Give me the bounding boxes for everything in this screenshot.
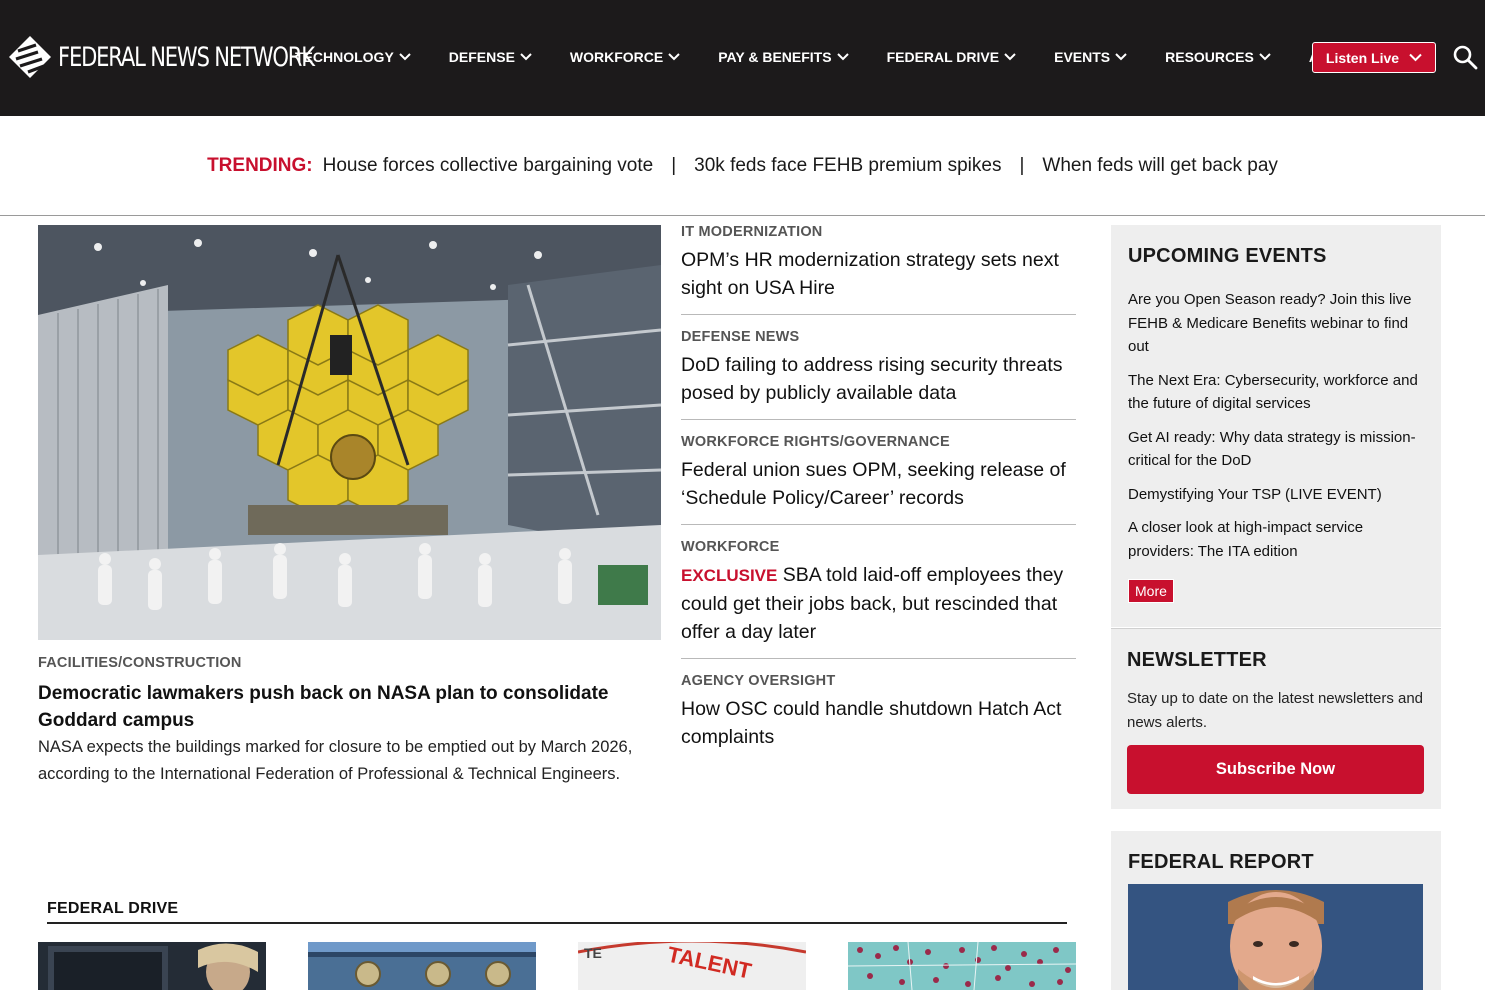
newsletter-description: Stay up to date on the latest newsletter… [1127,690,1424,731]
story-kicker[interactable]: IT MODERNIZATION [681,222,1076,242]
event-link[interactable]: Are you Open Season ready? Join this liv… [1128,288,1424,359]
chevron-down-icon [1259,53,1271,61]
nav-label: TECHNOLOGY [295,49,394,65]
main-nav: TECHNOLOGY DEFENSE WORKFORCE PAY & BENEF… [295,46,1317,68]
chevron-down-icon [399,53,411,61]
chevron-down-icon [668,53,680,61]
nav-label: EVENTS [1054,49,1111,65]
hero-image[interactable] [38,225,661,640]
federal-drive-thumbnail[interactable] [848,942,1076,990]
federal-report-title: FEDERAL REPORT [1128,851,1314,873]
event-link[interactable]: Get AI ready: Why data strategy is missi… [1128,426,1424,473]
story-kicker[interactable]: WORKFORCE RIGHTS/GOVERNANCE [681,432,1076,452]
logo-text: FEDERAL NEWS NETWORK [58,41,315,73]
event-link[interactable]: Demystifying Your TSP (LIVE EVENT) [1128,483,1424,507]
story-kicker[interactable]: AGENCY OVERSIGHT [681,671,1076,691]
chevron-down-icon [1004,53,1016,61]
chevron-down-icon [1409,53,1422,62]
search-icon[interactable] [1452,44,1478,70]
nav-label: PAY & BENEFITS [718,49,832,65]
story-headline[interactable]: Federal union sues OPM, seeking release … [681,456,1076,512]
trending-bar: TRENDING: House forces collective bargai… [0,116,1485,216]
listen-live-label: Listen Live [1325,49,1400,66]
upcoming-events-panel: UPCOMING EVENTS Are you Open Season read… [1111,225,1441,627]
subscribe-button[interactable]: Subscribe Now [1127,745,1424,794]
svg-text:TE: TE [584,945,602,961]
trending-link[interactable]: 30k feds face FEHB premium spikes [694,155,1001,177]
story-kicker[interactable]: DEFENSE NEWS [681,327,1076,347]
trending-link[interactable]: When feds will get back pay [1042,155,1278,177]
hero-headline[interactable]: Democratic lawmakers push back on NASA p… [38,680,648,734]
nav-workforce[interactable]: WORKFORCE [570,49,680,65]
headline-item: AGENCY OVERSIGHT How OSC could handle sh… [681,671,1076,763]
thumbnail-photo [308,942,536,990]
thumbnail-photo: TE TALENT [578,942,806,990]
thumbnail-photo [848,942,1076,990]
trending-label: TRENDING: [207,154,313,176]
chevron-down-icon [836,53,849,61]
story-headline[interactable]: DoD failing to address rising security t… [681,351,1076,407]
event-link[interactable]: A closer look at high-impact service pro… [1128,516,1424,563]
headline-item: DEFENSE NEWS DoD failing to address risi… [681,327,1076,420]
nav-label: FEDERAL DRIVE [886,49,1000,65]
nav-label: DEFENSE [448,49,515,65]
event-link[interactable]: The Next Era: Cybersecurity, workforce a… [1128,369,1424,416]
federal-report-panel: FEDERAL REPORT [1111,831,1441,990]
nav-technology[interactable]: TECHNOLOGY [295,49,411,65]
trending-separator: | [1019,154,1025,176]
hero-summary: NASA expects the buildings marked for cl… [38,738,633,783]
listen-live-button[interactable]: Listen Live [1312,42,1436,73]
headline-list: IT MODERNIZATION OPM’s HR modernization … [681,222,1076,775]
nav-label: WORKFORCE [569,49,664,65]
story-headline-wrap[interactable]: EXCLUSIVE SBA told laid-off employees th… [681,561,1076,646]
federal-drive-thumbnail[interactable] [308,942,536,990]
chevron-down-icon [520,53,532,61]
nav-resources[interactable]: RESOURCES [1165,49,1271,65]
story-headline[interactable]: How OSC could handle shutdown Hatch Act … [681,695,1076,751]
telescope-photo [38,225,661,640]
nav-label: RESOURCES [1165,49,1254,65]
story-headline[interactable]: OPM’s HR modernization strategy sets nex… [681,246,1076,302]
federal-report-image[interactable] [1128,884,1423,990]
trending-separator: | [671,154,677,176]
hero-kicker[interactable]: FACILITIES/CONSTRUCTION [38,655,242,671]
federal-drive-thumbnail[interactable]: TE TALENT [578,942,806,990]
events-more-button[interactable]: More [1128,579,1174,603]
site-header: FEDERAL NEWS NETWORK TECHNOLOGY DEFENSE … [0,0,1485,116]
newsletter-panel: NEWSLETTER Stay up to date on the latest… [1111,628,1441,809]
nav-events[interactable]: EVENTS [1054,49,1127,65]
federal-drive-thumbnail[interactable] [38,942,266,990]
headline-item: WORKFORCE EXCLUSIVE SBA told laid-off em… [681,537,1076,659]
logo-mark-icon [9,36,51,78]
nav-defense[interactable]: DEFENSE [449,49,532,65]
events-title: UPCOMING EVENTS [1128,245,1327,267]
trending-link[interactable]: House forces collective bargaining vote [323,155,654,177]
thumbnail-photo [38,942,266,990]
federal-drive-heading[interactable]: FEDERAL DRIVE [47,900,1067,924]
chevron-down-icon [1115,53,1127,61]
headline-item: WORKFORCE RIGHTS/GOVERNANCE Federal unio… [681,432,1076,525]
newsletter-title: NEWSLETTER [1127,649,1267,671]
story-kicker[interactable]: WORKFORCE [681,537,1076,557]
exclusive-badge: EXCLUSIVE [681,566,778,585]
nav-federal-drive[interactable]: FEDERAL DRIVE [887,49,1017,65]
headline-item: IT MODERNIZATION OPM’s HR modernization … [681,222,1076,315]
portrait-photo [1128,884,1423,990]
nav-pay-benefits[interactable]: PAY & BENEFITS [718,49,849,65]
